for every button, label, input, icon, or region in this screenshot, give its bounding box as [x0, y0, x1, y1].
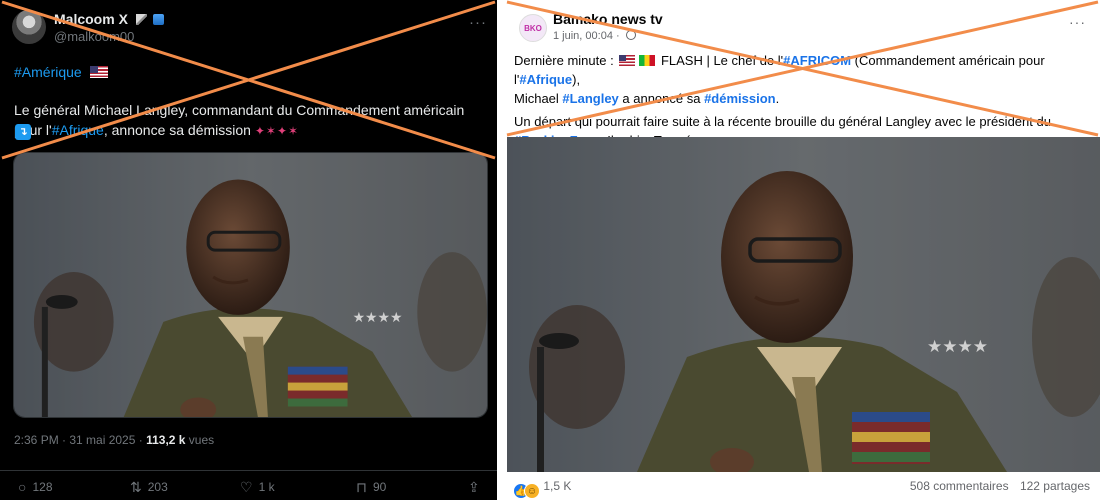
tweet-header: Malcoom X @malkoom00 ··· — [12, 8, 487, 44]
tweet-timestamp[interactable]: 2:36 PM · 31 mai 2025 · — [14, 433, 146, 447]
twitter-post: Malcoom X @malkoom00 ··· #Amérique Le gé… — [0, 0, 497, 500]
bookmark-button[interactable]: ⊓ 90 — [356, 479, 386, 496]
page-logo[interactable]: BKO — [519, 14, 547, 42]
user-handle[interactable]: @malkoom00 — [54, 29, 134, 44]
user-badges — [134, 11, 164, 27]
tweet-hashtag-line: #Amérique — [14, 64, 108, 80]
hashtag-link[interactable]: #Langley — [562, 91, 618, 106]
post-footer: 👍☺ 1,5 K 508 commentaires 122 partages — [505, 474, 1100, 500]
hashtag-link[interactable]: #Afrique — [52, 122, 104, 138]
flag-emoji-icon — [152, 14, 164, 25]
share-icon: ⇪ — [468, 479, 480, 495]
comments-count[interactable]: 508 commentaires — [910, 479, 1009, 493]
svg-text:★★★★: ★★★★ — [927, 337, 988, 357]
repost-button[interactable]: ⇅ 203 — [130, 479, 168, 496]
more-options-icon[interactable]: ··· — [469, 14, 487, 31]
pen-emoji-icon — [135, 14, 147, 25]
globe-icon — [625, 30, 636, 40]
repost-icon: ⇅ — [130, 479, 142, 495]
user-name[interactable]: Malcoom X — [54, 11, 164, 27]
us-flag-icon — [619, 55, 636, 66]
engagement-counts: 508 commentaires 122 partages — [910, 479, 1090, 493]
reply-button[interactable]: ○ 128 — [18, 479, 53, 495]
hashtag-link[interactable]: #Amérique — [14, 64, 82, 80]
post-paragraph-1: Dernière minute : FLASH | Le chef de l'#… — [514, 53, 1045, 106]
tweet-views-count: 113,2 k — [146, 433, 186, 447]
hashtag-link[interactable]: #démission — [704, 91, 776, 106]
share-button[interactable]: ⇪ — [468, 479, 486, 496]
reply-icon: ○ — [18, 479, 27, 495]
like-button[interactable]: ♡ 1 k — [240, 479, 275, 496]
haha-reaction-icon: ☺ — [524, 483, 540, 499]
svg-text:★★★★: ★★★★ — [353, 310, 403, 326]
page-name[interactable]: Bamako news tv — [553, 11, 663, 27]
reactions-count: 1,5 K — [543, 479, 572, 493]
tweet-timestamp-views: 2:36 PM · 31 mai 2025 · 113,2 k vues — [14, 433, 215, 447]
more-options-icon[interactable]: ··· — [1069, 14, 1086, 30]
tweet-actions-bar: ○ 128 ⇅ 203 ♡ 1 k ⊓ 90 ⇪ — [0, 470, 497, 498]
post-image[interactable]: ★★★★ — [507, 137, 1100, 472]
like-icon: ♡ — [240, 479, 253, 495]
post-text: Dernière minute : FLASH | Le chef de l'#… — [514, 51, 1096, 150]
hashtag-link[interactable]: #Afrique — [519, 72, 572, 87]
facebook-post: BKO Bamako news tv 1 juin, 00:04 · ··· D… — [505, 0, 1100, 500]
us-flag-icon — [89, 66, 108, 78]
avatar[interactable] — [12, 10, 46, 44]
shares-count[interactable]: 122 partages — [1020, 479, 1090, 493]
post-time[interactable]: 1 juin, 00:04 · — [553, 30, 636, 42]
bookmark-icon: ⊓ — [356, 479, 367, 495]
translate-icon[interactable]: ↴ — [15, 124, 31, 140]
tweet-image[interactable]: ★★★★ — [13, 152, 488, 418]
reactions-summary[interactable]: 👍☺ 1,5 K — [513, 479, 571, 499]
party-emoji-icons: ✦✶✦✶ — [254, 124, 300, 138]
hashtag-link[interactable]: #AFRICOM — [783, 53, 851, 68]
tweet-text: Le général Michael Langley, commandant d… — [14, 80, 488, 141]
mali-flag-icon — [639, 55, 656, 66]
